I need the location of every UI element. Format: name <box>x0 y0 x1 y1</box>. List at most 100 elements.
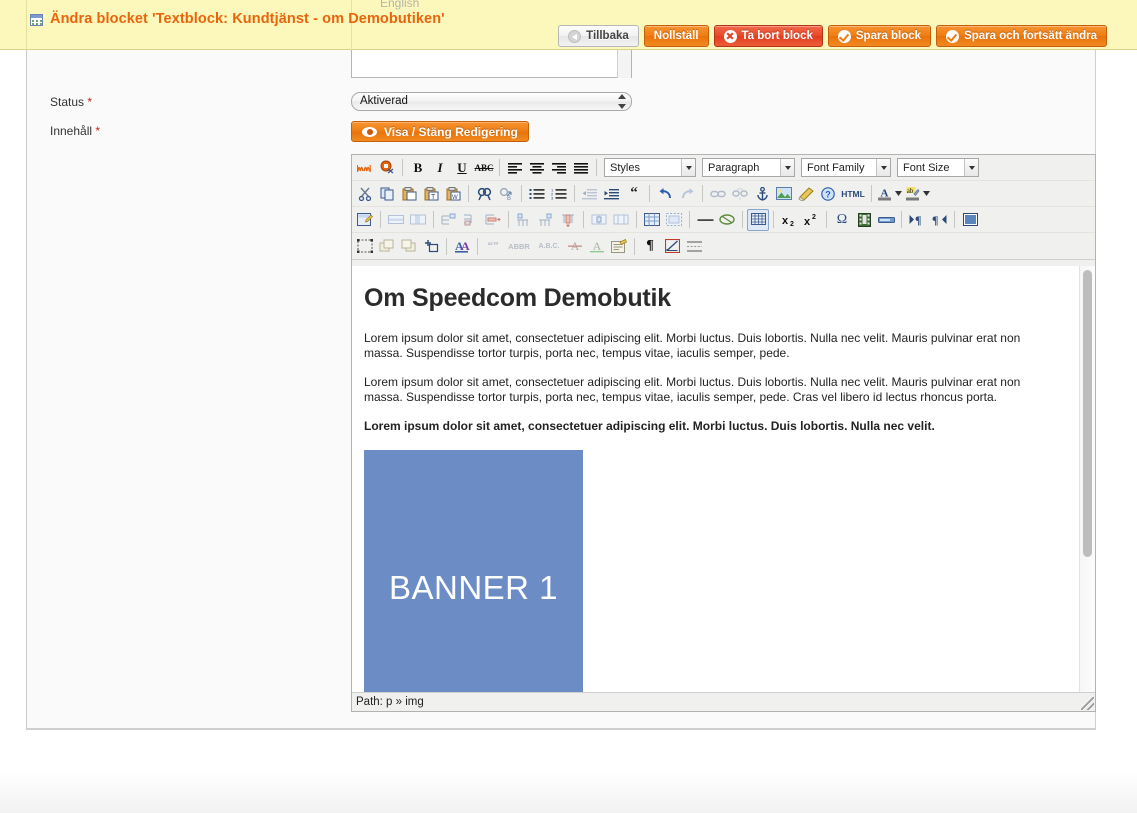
spellchecker-icon[interactable] <box>354 157 376 179</box>
acronym-icon[interactable]: A.B.C. <box>534 235 564 257</box>
editor-resize-handle[interactable] <box>1081 697 1094 710</box>
link-icon[interactable] <box>707 183 729 205</box>
align-justify-icon[interactable] <box>570 157 592 179</box>
ltr-icon[interactable]: ¶ <box>906 209 928 231</box>
visual-grid-toggle-icon[interactable] <box>747 208 769 231</box>
delete-text-icon[interactable]: A <box>564 235 586 257</box>
visualchars-icon[interactable] <box>376 157 398 179</box>
charmap-icon[interactable]: Ω <box>831 209 853 231</box>
toolbar-separator <box>596 159 597 176</box>
merge-cells-icon[interactable] <box>610 209 632 231</box>
font-size-dropdown[interactable]: Font Size <box>897 158 979 177</box>
align-right-icon[interactable] <box>548 157 570 179</box>
align-left-icon[interactable] <box>504 157 526 179</box>
paste-word-icon[interactable]: W <box>442 183 464 205</box>
back-button[interactable]: Tillbaka <box>558 25 639 47</box>
insert-date-icon[interactable] <box>875 209 897 231</box>
indent-icon[interactable] <box>601 183 623 205</box>
redo-icon[interactable] <box>676 183 698 205</box>
status-select[interactable]: Aktiverad <box>351 92 632 111</box>
insert-col-before-icon[interactable] <box>513 209 535 231</box>
delete-block-button[interactable]: Ta bort block <box>713 25 823 47</box>
toolbar-separator <box>871 185 872 202</box>
insert-row-after-icon[interactable] <box>460 209 482 231</box>
toggle-editor-button[interactable]: Visa / Stäng Redigering <box>351 121 529 142</box>
table-properties-icon[interactable] <box>354 209 376 231</box>
media-icon[interactable] <box>853 209 875 231</box>
paragraph-mark-icon[interactable]: ¶ <box>639 235 661 257</box>
delete-col-icon[interactable] <box>557 209 579 231</box>
italic-icon[interactable]: I <box>429 157 451 179</box>
editor-document[interactable]: Om Speedcom Demobutik Lorem ipsum dolor … <box>352 266 1079 692</box>
html-icon[interactable]: HTML <box>839 183 867 205</box>
rtl-icon[interactable]: ¶ <box>928 209 950 231</box>
subscript-icon[interactable]: x2 <box>778 209 800 231</box>
visual-aid-table-icon[interactable] <box>663 209 685 231</box>
bold-icon[interactable]: B <box>407 157 429 179</box>
strikethrough-icon[interactable]: ABC <box>473 157 495 179</box>
svg-text:2: 2 <box>812 214 816 221</box>
banner-image[interactable]: BANNER 1 <box>364 450 583 692</box>
forecolor-chevron-down-icon[interactable] <box>893 183 904 205</box>
search-icon[interactable] <box>473 183 495 205</box>
paragraph-format-dropdown[interactable]: Paragraph <box>702 158 795 177</box>
cleanup-icon[interactable] <box>795 183 817 205</box>
move-layer-icon[interactable] <box>398 235 420 257</box>
undo-icon[interactable] <box>654 183 676 205</box>
visual-aid-icon[interactable] <box>354 235 376 257</box>
check-circle-icon <box>837 29 851 43</box>
cell-properties-icon[interactable] <box>407 209 429 231</box>
remove-format-icon[interactable] <box>716 209 738 231</box>
toolbar-separator <box>499 159 500 176</box>
anchor-icon[interactable] <box>751 183 773 205</box>
svg-text:W: W <box>452 195 458 201</box>
bullet-list-icon[interactable] <box>526 183 548 205</box>
pagebreak-icon[interactable] <box>683 235 705 257</box>
split-cells-icon[interactable] <box>588 209 610 231</box>
font-family-dropdown[interactable]: Font Family <box>801 158 891 177</box>
outdent-icon[interactable] <box>579 183 601 205</box>
delete-row-icon[interactable] <box>482 209 504 231</box>
style-props-icon[interactable]: AA <box>451 235 473 257</box>
blockquote-icon[interactable]: “ <box>623 183 645 205</box>
copy-icon[interactable] <box>376 183 398 205</box>
reset-button[interactable]: Nollställ <box>643 25 709 47</box>
attribs-icon[interactable] <box>608 235 630 257</box>
editor-content-iframe[interactable]: Om Speedcom Demobutik Lorem ipsum dolor … <box>352 266 1095 692</box>
toolbar-separator <box>634 237 635 255</box>
replace-icon[interactable]: B <box>495 183 517 205</box>
delete-circle-icon <box>723 29 737 43</box>
insert-row-before-icon[interactable] <box>438 209 460 231</box>
numbered-list-icon[interactable]: 123 <box>548 183 570 205</box>
paste-icon[interactable] <box>398 183 420 205</box>
nonbreaking-icon[interactable] <box>661 235 683 257</box>
help-icon[interactable]: ? <box>817 183 839 205</box>
editor-scrollbar-thumb[interactable] <box>1083 270 1092 557</box>
align-center-icon[interactable] <box>526 157 548 179</box>
backcolor-chevron-down-icon[interactable] <box>921 183 932 205</box>
underline-icon[interactable]: U <box>451 157 473 179</box>
cut-icon[interactable] <box>354 183 376 205</box>
toggle-absolute-icon[interactable] <box>420 235 442 257</box>
unlink-icon[interactable] <box>729 183 751 205</box>
insert-layer-icon[interactable] <box>376 235 398 257</box>
row-properties-icon[interactable] <box>385 209 407 231</box>
superscript-icon[interactable]: x2 <box>800 209 822 231</box>
styles-dropdown[interactable]: Styles <box>604 158 696 177</box>
abbr-icon[interactable]: ABBR <box>504 235 534 257</box>
visual-grid-table-icon[interactable] <box>641 209 663 231</box>
paste-text-icon[interactable]: T <box>420 183 442 205</box>
editor-vertical-scrollbar[interactable] <box>1079 266 1095 692</box>
save-and-continue-button[interactable]: Spara och fortsätt ändra <box>936 25 1107 47</box>
save-block-button[interactable]: Spara block <box>827 25 932 47</box>
horizontal-rule-icon[interactable] <box>694 209 716 231</box>
cite-icon[interactable]: “” <box>482 235 504 257</box>
toolbar-separator <box>508 211 509 228</box>
image-icon[interactable] <box>773 183 795 205</box>
insert-col-after-icon[interactable] <box>535 209 557 231</box>
backcolor-icon[interactable]: ab <box>904 183 921 205</box>
status-label-text: Status <box>50 95 85 109</box>
insert-text-icon[interactable]: A <box>586 235 608 257</box>
forecolor-icon[interactable]: A <box>876 183 893 205</box>
fullscreen-icon[interactable] <box>959 209 981 231</box>
